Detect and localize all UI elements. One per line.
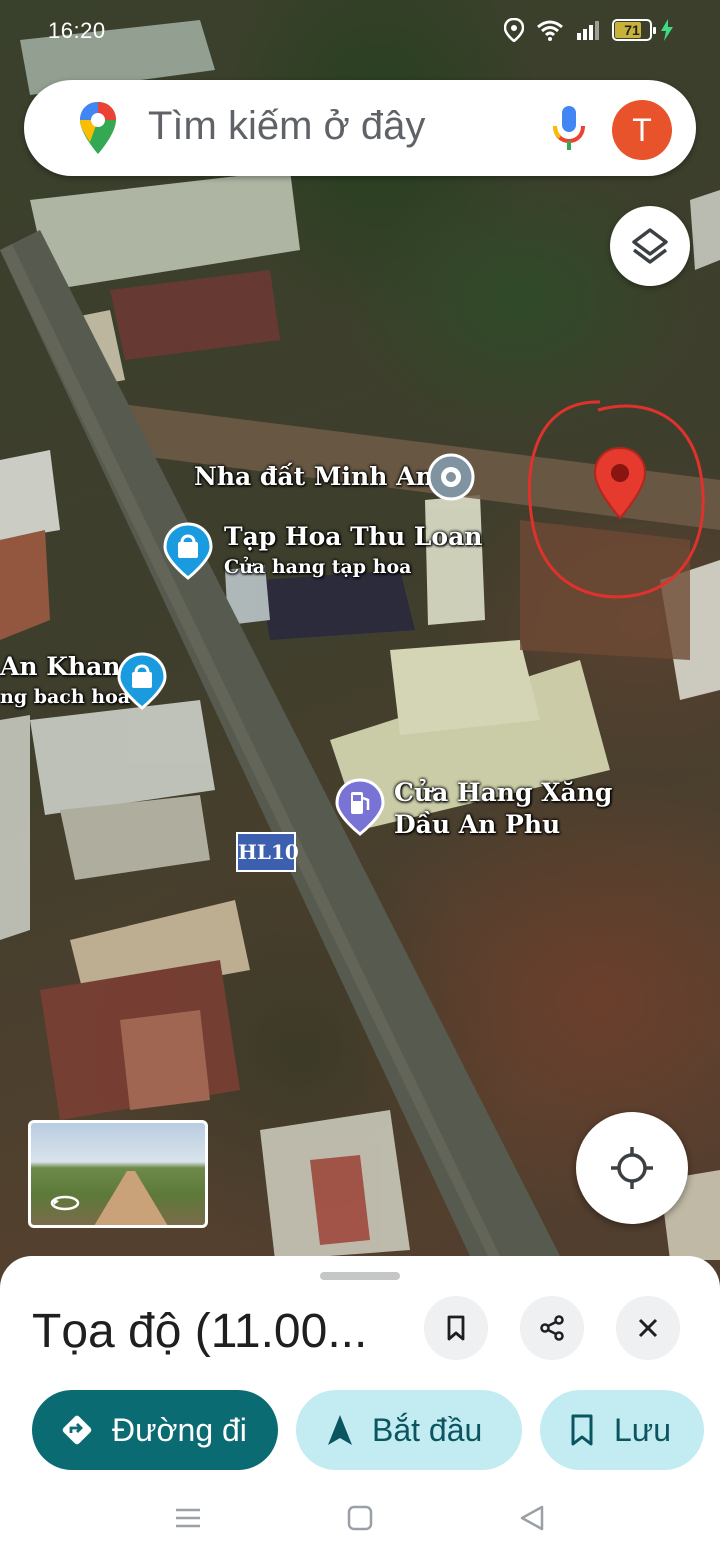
status-icons: 71 xyxy=(504,18,674,42)
charging-icon xyxy=(661,19,673,41)
battery-percent: 71 xyxy=(624,22,640,38)
crosshair-icon xyxy=(611,1147,653,1189)
account-avatar[interactable]: T xyxy=(612,100,672,160)
microphone-icon[interactable] xyxy=(550,104,588,152)
search-bar[interactable]: Tìm kiếm ở đây T xyxy=(24,80,696,176)
shopping-bag-pin-icon[interactable] xyxy=(116,652,168,710)
directions-icon xyxy=(62,1415,92,1445)
close-button[interactable] xyxy=(616,1296,680,1360)
start-navigation-button[interactable]: Bắt đầu xyxy=(296,1390,522,1470)
my-location-button[interactable] xyxy=(576,1112,688,1224)
save-button[interactable]: Lưu xyxy=(540,1390,704,1470)
status-time: 16:20 xyxy=(48,18,106,43)
start-label: Bắt đầu xyxy=(372,1411,483,1448)
directions-label: Đường đi xyxy=(112,1411,247,1448)
bookmark-button[interactable] xyxy=(424,1296,488,1360)
dropped-pin-icon[interactable] xyxy=(592,446,648,520)
close-icon xyxy=(638,1318,658,1338)
search-input[interactable]: Tìm kiếm ở đây xyxy=(148,104,425,149)
menu-icon[interactable] xyxy=(174,1504,202,1532)
location-icon xyxy=(504,18,524,42)
label-tap-hoa-thu-loan[interactable]: Tạp Hoa Thu Loan xyxy=(224,522,482,551)
label-tap-hoa-subtitle: Cửa hang tạp hoa xyxy=(224,556,412,578)
gas-station-pin-icon[interactable] xyxy=(334,778,386,836)
share-icon xyxy=(540,1315,564,1341)
rotate-360-icon xyxy=(50,1195,80,1211)
label-nha-dat-minh-anh[interactable]: Nha đất Minh Anh xyxy=(194,462,452,491)
google-maps-logo-icon xyxy=(80,102,116,154)
signal-icon xyxy=(577,21,599,40)
bookmark-icon xyxy=(447,1315,465,1341)
navigation-arrow-icon xyxy=(328,1415,352,1445)
street-view-road xyxy=(91,1171,171,1225)
place-title: Tọa độ (11.00... xyxy=(32,1305,368,1358)
label-an-khang-subtitle: ng bach hoa xyxy=(0,686,131,708)
wifi-icon xyxy=(537,20,563,41)
system-navigation-bar xyxy=(0,1490,720,1560)
place-marker-icon[interactable] xyxy=(426,452,476,508)
back-icon[interactable] xyxy=(518,1504,546,1532)
share-button[interactable] xyxy=(520,1296,584,1360)
directions-button[interactable]: Đường đi xyxy=(32,1390,278,1470)
shopping-bag-pin-icon[interactable] xyxy=(162,522,214,580)
bookmark-icon xyxy=(571,1414,593,1446)
status-bar: 16:20 71 xyxy=(0,0,720,64)
street-view-thumbnail[interactable] xyxy=(28,1120,208,1228)
save-label: Lưu xyxy=(614,1411,672,1448)
battery-icon: 71 xyxy=(612,19,656,41)
drag-handle[interactable] xyxy=(320,1272,400,1280)
label-gas-station-line2[interactable]: Dầu An Phu xyxy=(394,810,560,839)
home-icon[interactable] xyxy=(346,1504,374,1532)
layers-icon xyxy=(632,228,668,264)
label-gas-station-line1[interactable]: Cửa Hang Xăng xyxy=(394,778,612,807)
map-layers-button[interactable] xyxy=(610,206,690,286)
road-shield: HL10 xyxy=(236,832,299,872)
